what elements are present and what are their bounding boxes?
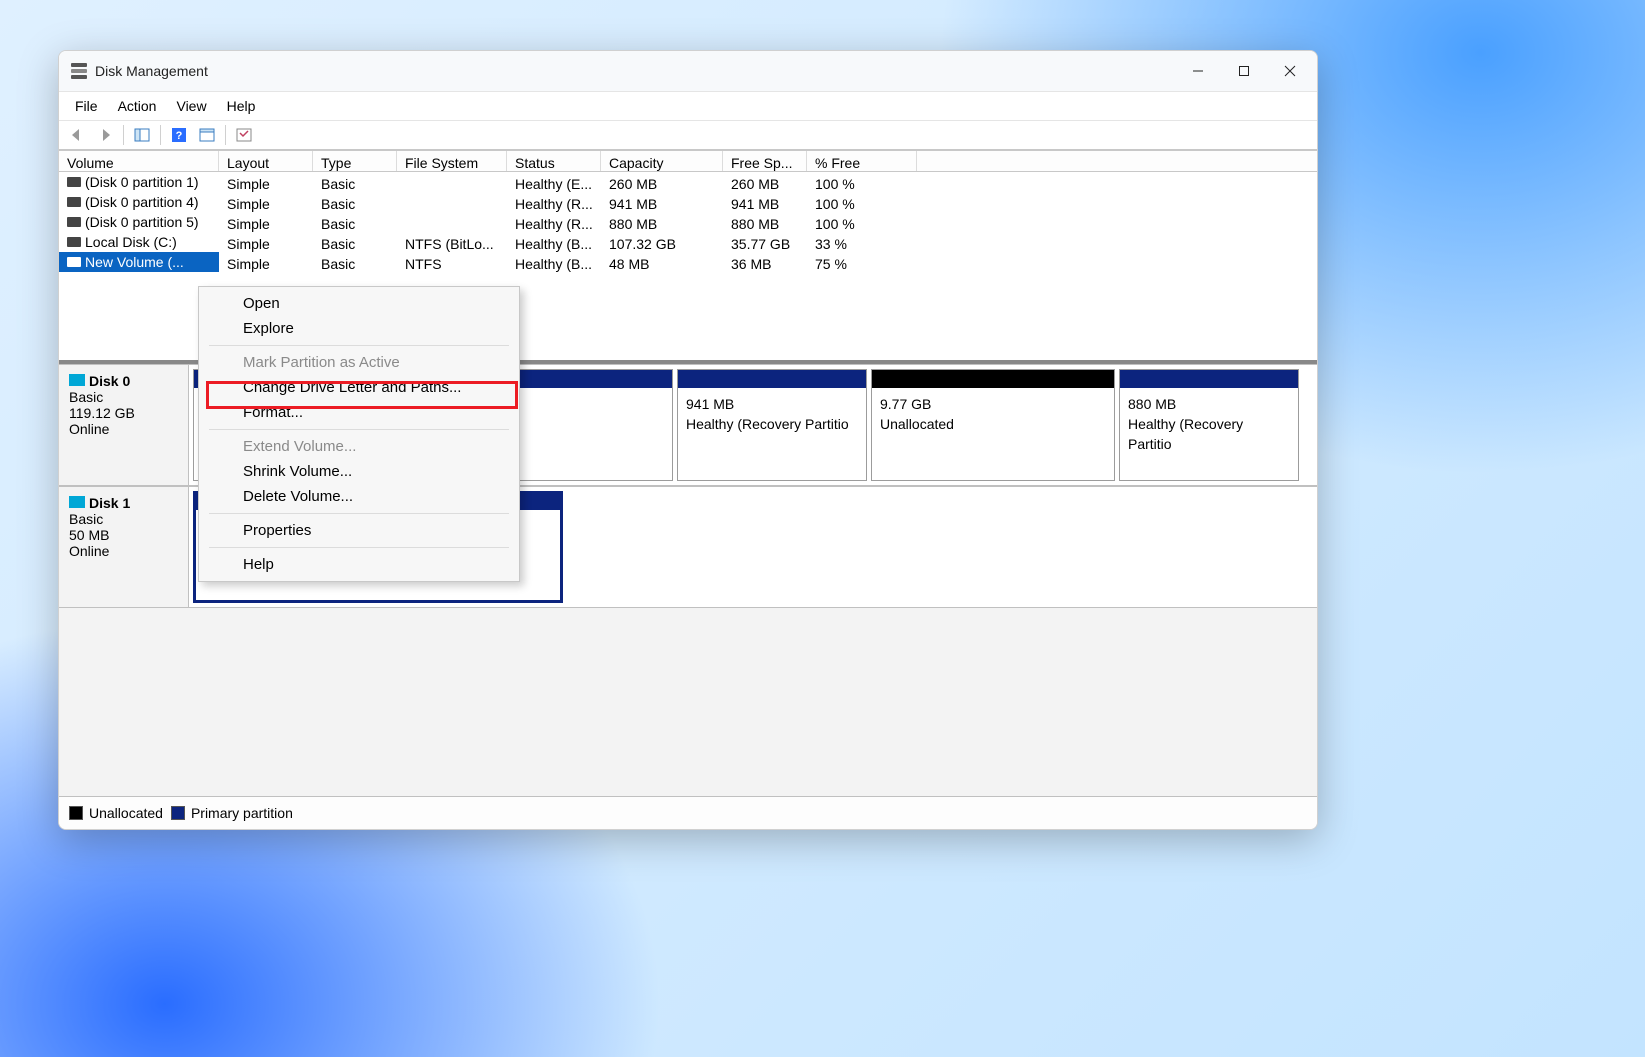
maximize-button[interactable] [1221, 51, 1267, 91]
partition[interactable]: 9.77 GBUnallocated [871, 369, 1115, 481]
show-hide-console-tree-icon[interactable] [130, 124, 154, 146]
menu-help[interactable]: Help [217, 96, 266, 116]
volume-icon [67, 257, 81, 267]
context-menu-item[interactable]: Properties [199, 518, 519, 543]
volume-icon [67, 237, 81, 247]
context-menu-item[interactable]: Format... [199, 400, 519, 425]
volume-row[interactable]: Local Disk (C:)SimpleBasicNTFS (BitLo...… [59, 232, 1317, 252]
grid-header: Volume Layout Type File System Status Ca… [59, 150, 1317, 172]
context-menu-item[interactable]: Explore [199, 316, 519, 341]
legend-unallocated: Unallocated [89, 805, 163, 821]
context-menu-item[interactable]: Help [199, 552, 519, 577]
context-menu-item[interactable]: Shrink Volume... [199, 459, 519, 484]
disk-icon [69, 496, 85, 508]
disk-icon [69, 374, 85, 386]
context-menu-item[interactable]: Delete Volume... [199, 484, 519, 509]
window-title: Disk Management [95, 63, 208, 79]
volume-icon [67, 197, 81, 207]
forward-button[interactable] [93, 124, 117, 146]
col-free[interactable]: Free Sp... [723, 151, 807, 171]
volume-row[interactable]: (Disk 0 partition 1)SimpleBasicHealthy (… [59, 172, 1317, 192]
minimize-button[interactable] [1175, 51, 1221, 91]
col-volume[interactable]: Volume [59, 151, 219, 171]
app-icon [71, 63, 87, 79]
menubar: File Action View Help [59, 92, 1317, 121]
back-button[interactable] [65, 124, 89, 146]
context-menu-item[interactable]: Change Drive Letter and Paths... [199, 375, 519, 400]
volume-row[interactable]: New Volume (...SimpleBasicNTFSHealthy (B… [59, 252, 1317, 272]
context-menu-item[interactable]: Open [199, 291, 519, 316]
context-menu-item: Extend Volume... [199, 434, 519, 459]
properties-icon[interactable] [232, 124, 256, 146]
context-menu-item: Mark Partition as Active [199, 350, 519, 375]
col-layout[interactable]: Layout [219, 151, 313, 171]
col-status[interactable]: Status [507, 151, 601, 171]
partition[interactable]: 941 MBHealthy (Recovery Partitio [677, 369, 867, 481]
svg-text:?: ? [176, 130, 183, 142]
volume-icon [67, 177, 81, 187]
menu-action[interactable]: Action [108, 96, 167, 116]
menu-file[interactable]: File [65, 96, 108, 116]
volume-row[interactable]: (Disk 0 partition 4)SimpleBasicHealthy (… [59, 192, 1317, 212]
disk-info[interactable]: Disk 0 Basic119.12 GBOnline [59, 365, 189, 485]
titlebar[interactable]: Disk Management [59, 51, 1317, 92]
col-capacity[interactable]: Capacity [601, 151, 723, 171]
context-menu: OpenExplore Mark Partition as ActiveChang… [198, 286, 520, 582]
col-pct[interactable]: % Free [807, 151, 917, 171]
disk-info[interactable]: Disk 1 Basic50 MBOnline [59, 487, 189, 607]
menu-view[interactable]: View [166, 96, 216, 116]
col-fs[interactable]: File System [397, 151, 507, 171]
col-type[interactable]: Type [313, 151, 397, 171]
volume-row[interactable]: (Disk 0 partition 5)SimpleBasicHealthy (… [59, 212, 1317, 232]
legend-primary: Primary partition [191, 805, 293, 821]
help-icon[interactable]: ? [167, 124, 191, 146]
partition[interactable]: 880 MBHealthy (Recovery Partitio [1119, 369, 1299, 481]
volume-icon [67, 217, 81, 227]
close-button[interactable] [1267, 51, 1313, 91]
toolbar: ? [59, 121, 1317, 150]
legend: Unallocated Primary partition [59, 796, 1317, 829]
action-list-icon[interactable] [195, 124, 219, 146]
